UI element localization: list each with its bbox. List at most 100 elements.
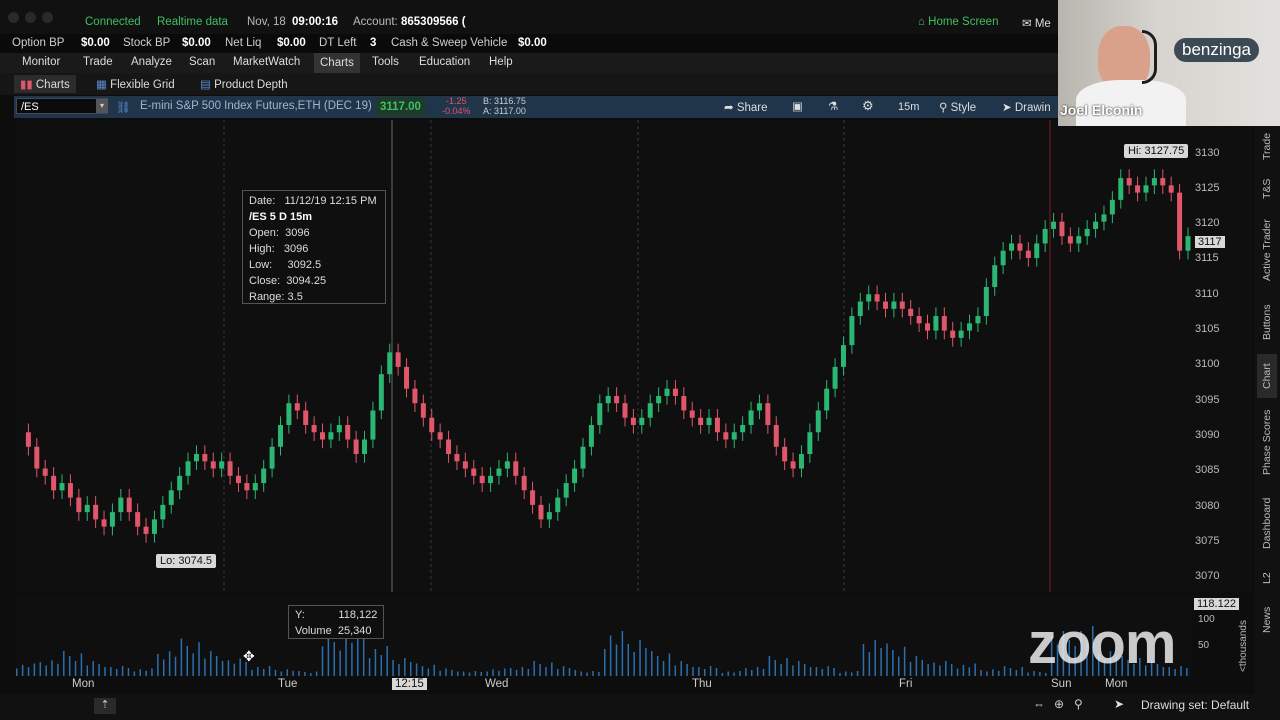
candle[interactable] [992,265,998,288]
candle[interactable] [488,475,494,484]
candle[interactable] [782,446,788,462]
candle[interactable] [588,424,594,447]
menu-scan[interactable]: Scan [189,56,215,68]
candle[interactable] [773,424,779,447]
interval-selector[interactable]: 15m [898,101,919,113]
candle[interactable] [916,316,922,324]
candle[interactable] [933,316,939,331]
candle[interactable] [1151,178,1157,186]
candle[interactable] [177,475,183,491]
candle[interactable] [76,497,82,513]
side-tab-l2[interactable]: L2 [1257,564,1277,592]
candle[interactable] [958,330,964,338]
pan-arrows-icon[interactable]: ⇔ [1033,697,1045,711]
candle[interactable] [261,468,267,484]
menu-trade[interactable]: Trade [83,56,113,68]
candle[interactable] [849,316,855,346]
candle[interactable] [269,446,275,469]
candle[interactable] [1126,178,1132,186]
candle[interactable] [614,395,620,404]
screenshot-icon[interactable]: ▣ [792,99,803,113]
candle[interactable] [311,424,317,433]
symbol-dropdown-icon[interactable]: ▾ [96,99,108,113]
candle[interactable] [303,410,309,425]
drawings-menu[interactable]: ➤ Drawin [1002,100,1051,114]
candle[interactable] [647,403,653,418]
candle[interactable] [353,439,359,455]
candle[interactable] [672,388,678,396]
candle[interactable] [210,461,216,469]
candle[interactable] [336,424,342,433]
candle[interactable] [328,432,334,440]
candle[interactable] [504,461,510,469]
candle[interactable] [740,424,746,433]
candle[interactable] [151,519,157,534]
drawing-set-selector[interactable]: Drawing set: Default [1141,698,1249,712]
candle[interactable] [362,439,368,455]
candle[interactable] [630,417,636,425]
candle[interactable] [597,403,603,425]
candle[interactable] [1160,178,1166,186]
menu-charts[interactable]: Charts [314,53,360,73]
candle[interactable] [479,475,485,484]
candle[interactable] [286,403,292,425]
candle[interactable] [563,483,569,498]
candle[interactable] [555,497,561,513]
candle[interactable] [193,454,199,462]
candle[interactable] [748,410,754,425]
candle[interactable] [277,424,283,447]
candle[interactable] [67,483,73,498]
candle[interactable] [815,410,821,433]
candle[interactable] [807,432,813,455]
candle[interactable] [135,512,141,527]
studies-flask-icon[interactable]: ⚗ [828,99,838,113]
candle[interactable] [219,461,225,469]
candle[interactable] [681,395,687,411]
candle[interactable] [925,323,931,331]
candle[interactable] [345,424,351,440]
candle[interactable] [1109,199,1115,215]
symbol-input[interactable]: /ES [16,98,108,114]
candle[interactable] [605,395,611,404]
candle[interactable] [412,388,418,404]
candle[interactable] [34,446,40,469]
candle[interactable] [1101,214,1107,222]
candle[interactable] [664,388,670,396]
menu-monitor[interactable]: Monitor [22,56,60,68]
candle[interactable] [185,461,191,476]
share-button[interactable]: ➦ Share [724,100,768,114]
candle[interactable] [891,301,897,309]
candle[interactable] [714,417,720,433]
candle[interactable] [765,403,771,425]
move-icon[interactable]: ⊕ [1054,697,1064,711]
candle[interactable] [370,410,376,440]
menu-education[interactable]: Education [419,56,470,68]
side-tab-news[interactable]: News [1257,598,1277,642]
candle[interactable] [429,417,435,433]
candle[interactable] [639,417,645,425]
candle[interactable] [832,366,838,389]
side-tab-trade[interactable]: Trade [1257,124,1277,168]
menu-help[interactable]: Help [489,56,513,68]
candle[interactable] [1093,221,1099,229]
candle[interactable] [101,519,107,527]
candle[interactable] [572,468,578,484]
candle[interactable] [1168,185,1174,193]
candle[interactable] [530,490,536,505]
candle[interactable] [882,301,888,309]
side-tab-dashboard[interactable]: Dashboard [1257,488,1277,558]
candle[interactable] [1185,236,1191,251]
candle[interactable] [908,308,914,317]
candle[interactable] [975,316,981,324]
candle[interactable] [25,432,31,447]
expand-up-icon[interactable]: ⇡ [94,698,116,714]
candle[interactable] [840,345,846,367]
candle[interactable] [824,388,830,411]
candle[interactable] [1000,250,1006,266]
side-tab-active-trader[interactable]: Active Trader [1257,210,1277,290]
candle[interactable] [51,475,57,491]
candle[interactable] [866,294,872,302]
candle[interactable] [160,504,166,520]
candle[interactable] [387,352,393,375]
candle[interactable] [723,432,729,440]
